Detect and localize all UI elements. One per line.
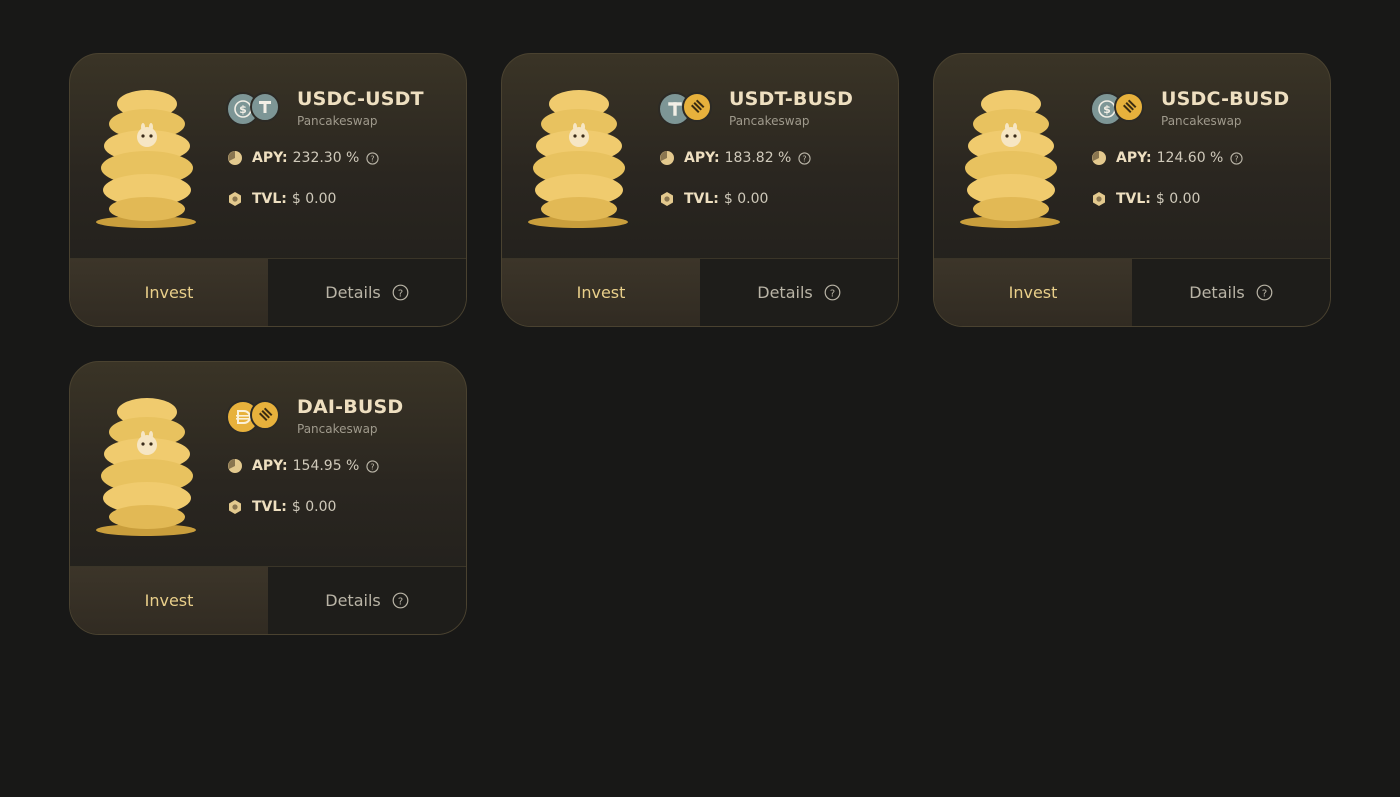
apy-row: APY: 124.60 % ? [1091,148,1244,168]
tvl-row: TVL: $ 0.00 [659,189,768,209]
pool-name: USDT-BUSD [729,88,854,110]
pool-grid: $ USDC-USDT Pancakeswap APY: 232.30 % ? … [0,0,1400,797]
pool-platform: Pancakeswap [729,114,810,128]
honeycomb-icon [661,192,673,206]
help-icon[interactable]: ? [1230,151,1244,165]
apy-row: APY: 232.30 % ? [227,148,380,168]
token-pair-icons: $ [226,92,282,126]
pool-platform: Pancakeswap [297,114,378,128]
svg-text:?: ? [371,154,375,163]
token-pair-icons: $ [1090,92,1146,126]
pool-platform: Pancakeswap [297,422,378,436]
details-label: Details [757,283,813,302]
svg-text:?: ? [398,596,403,607]
invest-label: Invest [144,591,194,610]
honeycomb-icon [229,192,241,206]
invest-button[interactable]: Invest [70,567,268,634]
apy-value: 183.82 % [724,150,792,166]
details-button[interactable]: Details ? [268,567,466,634]
details-button[interactable]: Details ? [700,259,898,326]
invest-button[interactable]: Invest [934,259,1132,326]
pie-chart-icon [1092,151,1106,165]
tvl-value: $ 0.00 [291,499,337,515]
pool-card: $ USDC-BUSD Pancakeswap APY: 124.60 % ? … [933,53,1331,327]
pool-card: $ USDC-USDT Pancakeswap APY: 232.30 % ? … [69,53,467,327]
beehive-icon [96,398,196,536]
apy-label: APY: [252,150,288,166]
pool-card: USDT-BUSD Pancakeswap APY: 183.82 % ? TV… [501,53,899,327]
pool-name: DAI-BUSD [297,396,404,418]
beehive-icon [96,90,196,228]
tvl-label: TVL: [684,191,719,207]
details-label: Details [1189,283,1245,302]
tvl-value: $ 0.00 [291,191,337,207]
svg-text:?: ? [803,154,807,163]
svg-text:?: ? [1235,154,1239,163]
apy-row: APY: 183.82 % ? [659,148,812,168]
token-pair-icons [226,400,282,434]
pool-name: USDC-BUSD [1161,88,1290,110]
tvl-label: TVL: [1116,191,1151,207]
apy-label: APY: [684,150,720,166]
apy-value: 154.95 % [292,458,360,474]
busd-icon [682,92,712,122]
details-label: Details [325,283,381,302]
honeycomb-icon [1093,192,1105,206]
help-icon[interactable]: ? [798,151,812,165]
tvl-row: TVL: $ 0.00 [227,189,336,209]
tvl-row: TVL: $ 0.00 [1091,189,1200,209]
busd-icon [250,400,280,430]
help-icon: ? [392,284,409,301]
pool-card: DAI-BUSD Pancakeswap APY: 154.95 % ? TVL… [69,361,467,635]
tvl-value: $ 0.00 [723,191,769,207]
apy-value: 232.30 % [292,150,360,166]
svg-text:?: ? [371,462,375,471]
pie-chart-icon [228,459,242,473]
svg-text:?: ? [830,288,835,299]
beehive-icon [528,90,628,228]
svg-text:$: $ [1103,103,1111,116]
help-icon[interactable]: ? [366,151,380,165]
invest-button[interactable]: Invest [502,259,700,326]
help-icon: ? [824,284,841,301]
usdt-icon [250,92,280,122]
svg-text:?: ? [1262,288,1267,299]
details-label: Details [325,591,381,610]
honeycomb-icon [229,500,241,514]
help-icon[interactable]: ? [366,459,380,473]
pool-platform: Pancakeswap [1161,114,1242,128]
help-icon: ? [1256,284,1273,301]
invest-button[interactable]: Invest [70,259,268,326]
token-pair-icons [658,92,714,126]
pie-chart-icon [660,151,674,165]
pie-chart-icon [228,151,242,165]
details-button[interactable]: Details ? [268,259,466,326]
tvl-label: TVL: [252,499,287,515]
invest-label: Invest [1008,283,1058,302]
pool-name: USDC-USDT [297,88,424,110]
apy-label: APY: [252,458,288,474]
tvl-label: TVL: [252,191,287,207]
help-icon: ? [392,592,409,609]
apy-value: 124.60 % [1156,150,1224,166]
invest-label: Invest [576,283,626,302]
busd-icon [1114,92,1144,122]
tvl-row: TVL: $ 0.00 [227,497,336,517]
details-button[interactable]: Details ? [1132,259,1330,326]
beehive-icon [960,90,1060,228]
apy-row: APY: 154.95 % ? [227,456,380,476]
svg-text:?: ? [398,288,403,299]
tvl-value: $ 0.00 [1155,191,1201,207]
apy-label: APY: [1116,150,1152,166]
invest-label: Invest [144,283,194,302]
svg-text:$: $ [239,103,247,116]
